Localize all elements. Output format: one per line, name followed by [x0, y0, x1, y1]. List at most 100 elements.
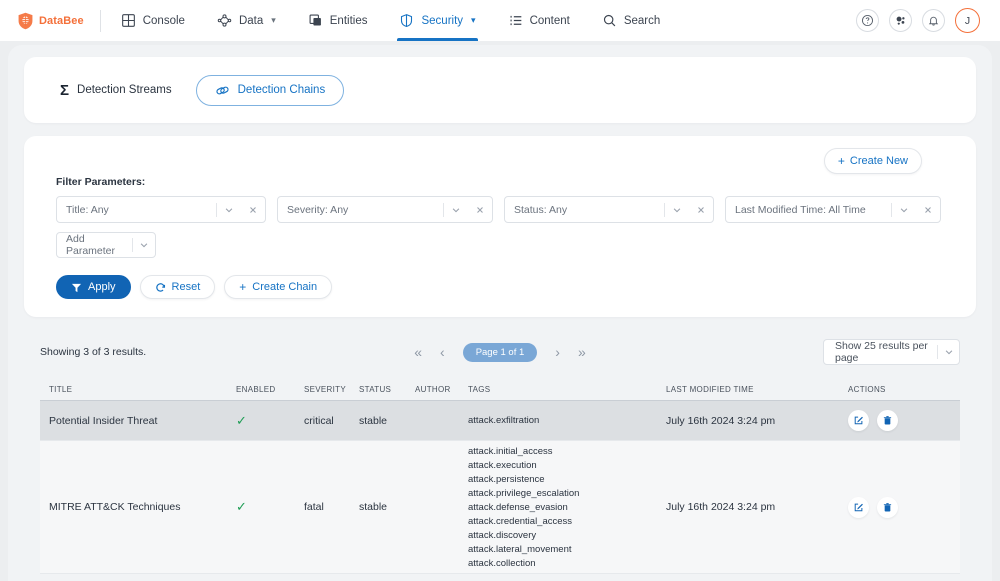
nav-label: Security	[421, 14, 464, 27]
notifications-button[interactable]	[922, 9, 945, 32]
nav-item-console[interactable]: Console	[105, 0, 201, 41]
chevron-down-icon: ▾	[271, 15, 276, 25]
settings-button[interactable]	[889, 9, 912, 32]
column-header-last-modified: LAST MODIFIED TIME	[666, 385, 754, 394]
nav-item-security[interactable]: Security ▾	[383, 0, 491, 41]
filter-panel: + Create New Filter Parameters: Title: A…	[24, 136, 976, 317]
delete-button[interactable]	[877, 410, 898, 431]
cell-status: stable	[359, 501, 388, 513]
first-page-button[interactable]: «	[414, 345, 422, 359]
detection-chains-table: TITLE ENABLED SEVERITY STATUS AUTHOR TAG…	[24, 379, 976, 574]
help-button[interactable]	[856, 9, 879, 32]
results-per-page-select[interactable]: Show 25 results per page	[823, 339, 960, 365]
delete-button[interactable]	[877, 496, 898, 518]
clear-icon[interactable]	[689, 205, 713, 215]
bell-icon	[927, 14, 940, 27]
nav-divider	[99, 9, 101, 32]
nav-item-search[interactable]: Search	[586, 0, 676, 41]
nav-item-entities[interactable]: Entities	[292, 0, 384, 41]
plus-icon: +	[837, 154, 845, 168]
chevron-down-icon[interactable]	[133, 240, 155, 250]
reset-label: Reset	[171, 281, 201, 293]
last-page-button[interactable]: »	[578, 345, 586, 359]
table-row[interactable]: MITRE ATT&CK Techniques ✓ fatal stable a…	[40, 441, 960, 574]
apply-button[interactable]: Apply	[56, 275, 131, 299]
brand-logo[interactable]: DataBee	[0, 12, 100, 30]
tag: attack.initial_access	[468, 445, 553, 457]
user-avatar[interactable]: J	[955, 8, 980, 33]
tag: attack.defense_evasion	[468, 501, 568, 513]
apply-label: Apply	[88, 281, 116, 293]
prev-page-button[interactable]: ‹	[440, 345, 445, 359]
edit-button[interactable]	[848, 496, 869, 518]
primary-nav: Console Data ▾ Entities Security ▾ Conte…	[105, 0, 677, 41]
column-header-status: STATUS	[359, 385, 392, 394]
nav-label: Entities	[329, 14, 368, 27]
layers-icon	[308, 13, 323, 28]
list-icon	[508, 13, 523, 28]
column-header-actions: ACTIONS	[848, 385, 886, 394]
cell-status: stable	[359, 414, 388, 427]
help-circle-icon	[861, 14, 874, 27]
nodes-icon	[217, 13, 232, 28]
nav-label: Data	[238, 14, 264, 27]
results-toolbar: Showing 3 of 3 results. « ‹ Page 1 of 1 …	[24, 317, 976, 379]
clear-icon[interactable]	[241, 205, 265, 215]
page-body: Σ Detection Streams Detection Chains + C…	[0, 41, 1000, 581]
filter-field-severity[interactable]: Severity: Any	[277, 196, 493, 223]
tag: attack.discovery	[468, 529, 537, 541]
avatar-initial: J	[964, 14, 971, 27]
row-actions	[848, 410, 958, 431]
per-page-label: Show 25 results per page	[835, 340, 928, 364]
chevron-down-icon[interactable]	[217, 205, 241, 215]
cell-actions	[848, 410, 958, 431]
chevron-down-icon: ▾	[471, 15, 476, 25]
add-parameter-select[interactable]: Add Parameter	[56, 232, 156, 258]
nav-item-content[interactable]: Content	[492, 0, 586, 41]
tag: attack.collection	[468, 557, 536, 569]
tag: attack.execution	[468, 459, 537, 471]
filter-field-last-modified-time[interactable]: Last Modified Time: All Time	[725, 196, 941, 223]
top-navigation-bar: DataBee Console Data ▾ Entities Security…	[0, 0, 1000, 41]
sigma-icon: Σ	[60, 81, 70, 99]
tab-detection-streams[interactable]: Σ Detection Streams	[60, 76, 172, 105]
filter-field-status[interactable]: Status: Any	[504, 196, 714, 223]
clear-icon[interactable]	[916, 205, 940, 215]
cell-enabled: ✓	[236, 500, 304, 514]
cell-last-modified: July 16th 2024 3:24 pm	[666, 501, 776, 513]
create-new-button[interactable]: + Create New	[823, 148, 922, 174]
chain-link-icon	[215, 83, 230, 98]
tab-detection-chains[interactable]: Detection Chains	[195, 74, 345, 106]
filter-field-title[interactable]: Title: Any	[56, 196, 266, 223]
brand-name: DataBee	[39, 14, 84, 27]
tag: attack.privilege_escalation	[468, 487, 580, 499]
chevron-down-icon[interactable]	[938, 347, 959, 357]
topnav-actions: J	[856, 8, 1000, 33]
create-new-label: Create New	[849, 155, 908, 167]
create-chain-button[interactable]: + Create Chain	[224, 275, 333, 299]
grid-icon	[121, 13, 136, 28]
cell-severity: fatal	[304, 501, 324, 513]
chevron-down-icon[interactable]	[444, 205, 468, 215]
chevron-down-icon[interactable]	[892, 205, 916, 215]
funnel-icon	[71, 282, 82, 293]
tag: attack.lateral_movement	[468, 543, 572, 555]
trash-icon	[882, 415, 893, 426]
reset-button[interactable]: Reset	[139, 275, 216, 299]
tag: attack.exfiltration	[468, 415, 540, 426]
current-page-indicator[interactable]: Page 1 of 1	[462, 342, 538, 362]
cell-title: MITRE ATT&CK Techniques	[49, 501, 181, 513]
filter-value: Last Modified Time: All Time	[735, 203, 866, 216]
next-page-button[interactable]: ›	[555, 345, 560, 359]
table-row[interactable]: Potential Insider Threat ✓ critical stab…	[40, 401, 960, 441]
gear-icon	[894, 14, 907, 27]
filter-value: Severity: Any	[287, 203, 349, 216]
chevron-down-icon[interactable]	[665, 205, 689, 215]
databee-shield-icon	[17, 12, 34, 30]
cell-severity: critical	[304, 414, 334, 427]
edit-button[interactable]	[848, 410, 869, 431]
tag: attack.credential_access	[468, 515, 573, 527]
cell-title: Potential Insider Threat	[49, 414, 158, 427]
clear-icon[interactable]	[468, 205, 492, 215]
nav-item-data[interactable]: Data ▾	[201, 0, 292, 41]
